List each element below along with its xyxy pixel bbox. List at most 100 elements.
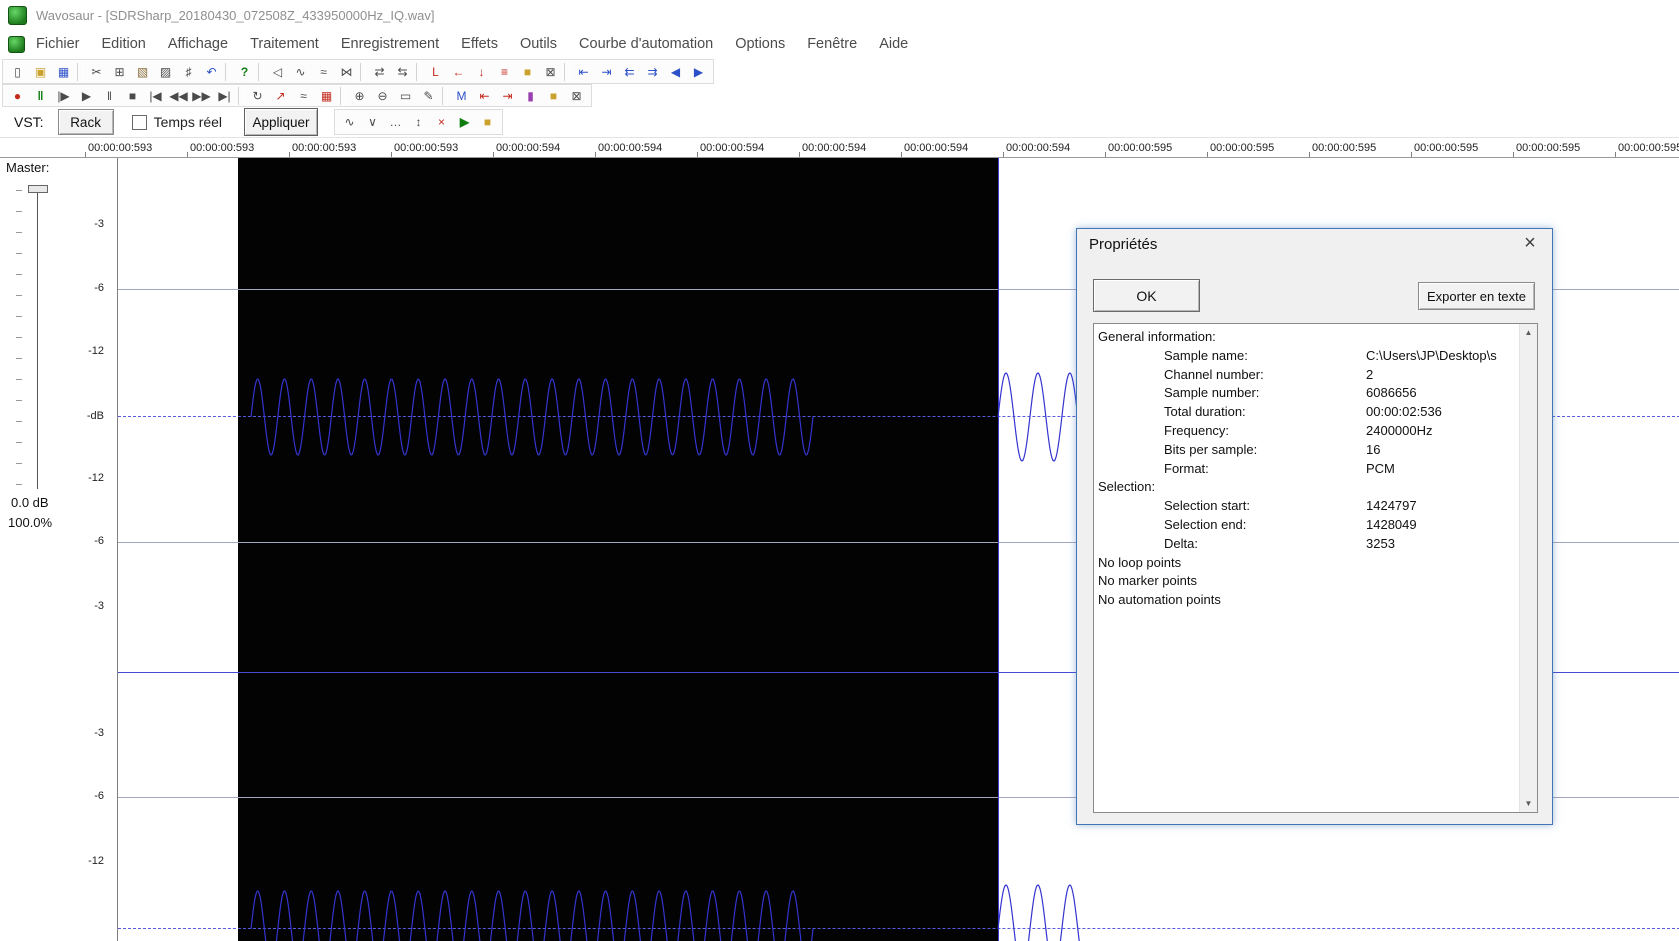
ruler-timestamp[interactable]: 00:00:00:593 <box>187 138 292 157</box>
resample-icon[interactable]: ≈ <box>312 63 335 81</box>
menu-item-effets[interactable]: Effets <box>450 36 509 52</box>
cut-icon[interactable]: ✂ <box>85 63 108 81</box>
document-icon[interactable] <box>8 35 25 53</box>
ruler-timestamp[interactable]: 00:00:00:595 <box>1513 138 1618 157</box>
vst-lock-icon[interactable]: ■ <box>476 113 499 131</box>
ruler-timestamp[interactable]: 00:00:00:595 <box>1105 138 1210 157</box>
marker-nudge-right-icon[interactable]: ⇥ <box>496 87 519 105</box>
view-next-icon[interactable]: ▶ <box>687 63 710 81</box>
scrollbar-down-icon[interactable]: ▼ <box>1520 795 1537 812</box>
ruler-timestamp[interactable]: 00:00:00:593 <box>85 138 190 157</box>
ruler-timestamp[interactable]: 00:00:00:593 <box>289 138 394 157</box>
ruler-timestamp[interactable]: 00:00:00:594 <box>799 138 904 157</box>
resize-icon[interactable]: ↕ <box>407 113 430 131</box>
loop-playback-icon[interactable]: ↻ <box>246 87 269 105</box>
ruler-timestamp[interactable]: 00:00:00:595 <box>1615 138 1679 157</box>
master-slider-track[interactable] <box>37 187 38 489</box>
zoom-selection-icon[interactable]: ▭ <box>394 87 417 105</box>
selection-to-end-icon[interactable]: ⇥ <box>595 63 618 81</box>
selection-to-start-icon[interactable]: ⇤ <box>572 63 595 81</box>
ruler-timestamp[interactable]: 00:00:00:595 <box>1207 138 1312 157</box>
fast-forward-icon[interactable]: ▶▶ <box>190 87 213 105</box>
lock-transport-icon[interactable]: ■ <box>542 87 565 105</box>
ruler-timestamp[interactable]: 00:00:00:594 <box>697 138 802 157</box>
menu-item-outils[interactable]: Outils <box>509 36 568 52</box>
view-previous-icon[interactable]: ◀ <box>664 63 687 81</box>
open-file-icon[interactable]: ▣ <box>29 63 52 81</box>
paste-mix-icon[interactable]: ▨ <box>154 63 177 81</box>
chevron-down-icon[interactable]: ∨ <box>361 113 384 131</box>
marker-drop-icon[interactable]: ↓ <box>470 63 493 81</box>
timeline-ruler[interactable]: 00:00:00:593 00:00:00:593 00:00:00:593 0… <box>0 137 1679 158</box>
marker-list-icon[interactable]: ≡ <box>493 63 516 81</box>
ok-button[interactable]: OK <box>1093 279 1200 312</box>
loop-points-icon[interactable]: L <box>424 63 447 81</box>
link-icon[interactable]: ⋈ <box>335 63 358 81</box>
ruler-timestamp[interactable]: 00:00:00:594 <box>1003 138 1108 157</box>
monitor-input-icon[interactable]: ‖ <box>29 87 52 105</box>
selection-extend-right-icon[interactable]: ⇉ <box>641 63 664 81</box>
sonogram-icon[interactable]: ▦ <box>315 87 338 105</box>
channel-display-icon[interactable]: ▮ <box>519 87 542 105</box>
record-icon[interactable]: ● <box>6 87 29 105</box>
ruler-timestamp[interactable]: 00:00:00:594 <box>901 138 1006 157</box>
remove-vst-icon[interactable]: × <box>430 113 453 131</box>
pause-icon[interactable]: ‖ <box>98 87 121 105</box>
ruler-timestamp[interactable]: 00:00:00:595 <box>1411 138 1516 157</box>
copy-icon[interactable]: ⊞ <box>108 63 131 81</box>
axis-label: -12 <box>88 345 104 357</box>
menu-item-courbe-automation[interactable]: Courbe d'automation <box>568 36 724 52</box>
undo-icon[interactable]: ↶ <box>200 63 223 81</box>
dialog-scrollbar[interactable]: ▲ ▼ <box>1519 324 1537 812</box>
menu-item-aide[interactable]: Aide <box>868 36 919 52</box>
crossfade-icon[interactable]: ♯ <box>177 63 200 81</box>
master-slider-handle[interactable] <box>28 185 48 193</box>
smooth-icon[interactable]: ∿ <box>289 63 312 81</box>
statistics-icon[interactable]: ↗ <box>269 87 292 105</box>
zoom-in-icon[interactable]: ⊕ <box>348 87 371 105</box>
ruler-timestamp[interactable]: 00:00:00:594 <box>595 138 700 157</box>
stop-icon[interactable]: ■ <box>121 87 144 105</box>
marker-previous-icon[interactable]: ← <box>447 63 470 81</box>
scrollbar-up-icon[interactable]: ▲ <box>1520 324 1537 341</box>
delete-markers-icon[interactable]: ⊠ <box>539 63 562 81</box>
close-icon[interactable]: × <box>1517 231 1543 255</box>
menu-item-edition[interactable]: Edition <box>91 36 157 52</box>
menu-item-fichier[interactable]: Fichier <box>25 36 91 52</box>
ruler-timestamp[interactable]: 00:00:00:593 <box>391 138 496 157</box>
menu-item-traitement[interactable]: Traitement <box>239 36 330 52</box>
marker-nudge-left-icon[interactable]: ⇤ <box>473 87 496 105</box>
zoom-wave-vertical-icon[interactable]: ⇆ <box>391 63 414 81</box>
zoom-out-icon[interactable]: ⊖ <box>371 87 394 105</box>
pencil-icon[interactable]: ✎ <box>417 87 440 105</box>
go-to-start-icon[interactable]: |◀ <box>144 87 167 105</box>
spectrum-icon[interactable]: ≈ <box>292 87 315 105</box>
selection-extend-left-icon[interactable]: ⇇ <box>618 63 641 81</box>
save-icon[interactable]: ▦ <box>52 63 75 81</box>
ruler-timestamp[interactable]: 00:00:00:594 <box>493 138 598 157</box>
menu-item-options[interactable]: Options <box>724 36 796 52</box>
play-from-start-icon[interactable]: |▶ <box>52 87 75 105</box>
paste-icon[interactable]: ▧ <box>131 63 154 81</box>
automation-shape-icon[interactable]: ∿ <box>338 113 361 131</box>
volume-icon[interactable]: ◁ <box>266 63 289 81</box>
menu-item-fenetre[interactable]: Fenêtre <box>796 36 868 52</box>
menu-item-affichage[interactable]: Affichage <box>157 36 239 52</box>
delete-icon[interactable]: ⊠ <box>565 87 588 105</box>
rewind-icon[interactable]: ◀◀ <box>167 87 190 105</box>
rack-button[interactable]: Rack <box>57 109 114 135</box>
help-icon[interactable]: ? <box>233 63 256 81</box>
menu-item-enregistrement[interactable]: Enregistrement <box>330 36 450 52</box>
vst-play-icon[interactable]: ▶ <box>453 113 476 131</box>
export-text-button[interactable]: Exporter en texte <box>1418 282 1535 310</box>
marker-m-icon[interactable]: M <box>450 87 473 105</box>
realtime-checkbox[interactable] <box>131 114 147 130</box>
ruler-timestamp[interactable]: 00:00:00:595 <box>1309 138 1414 157</box>
go-to-end-icon[interactable]: ▶| <box>213 87 236 105</box>
lock-markers-icon[interactable]: ■ <box>516 63 539 81</box>
new-file-icon[interactable]: ▯ <box>6 63 29 81</box>
more-options-icon[interactable]: … <box>384 113 407 131</box>
zoom-wave-horizontal-icon[interactable]: ⇄ <box>368 63 391 81</box>
play-icon[interactable]: ▶ <box>75 87 98 105</box>
apply-button[interactable]: Appliquer <box>244 108 319 136</box>
